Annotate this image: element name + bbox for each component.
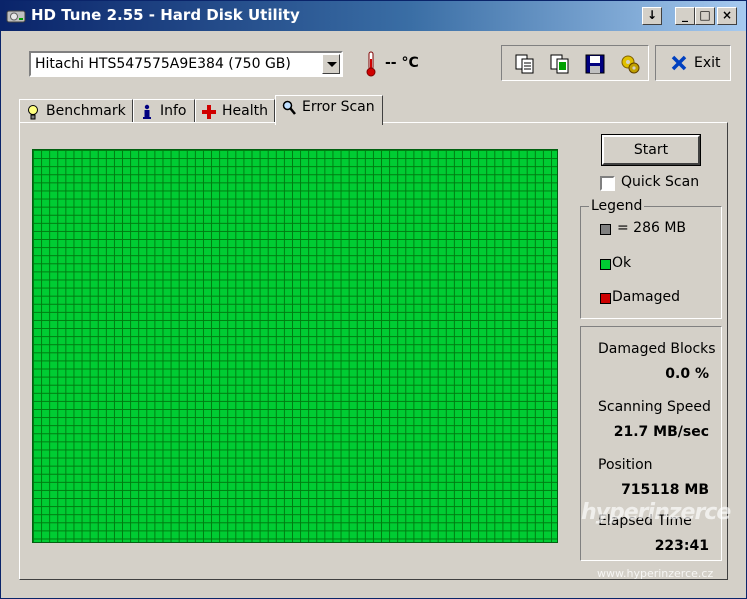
options-icon[interactable] — [619, 53, 641, 75]
quick-scan-checkbox[interactable] — [600, 176, 615, 191]
tab-label: Error Scan — [302, 99, 375, 115]
tab-label: Benchmark — [46, 103, 126, 119]
damaged-blocks-label: Damaged Blocks — [598, 341, 716, 357]
tab-error-scan[interactable]: Error Scan — [275, 95, 383, 125]
hard-disk-app-icon — [6, 10, 26, 23]
legend-swatch-damaged — [600, 293, 611, 304]
chevron-down-icon[interactable] — [322, 54, 340, 74]
drive-selector-value: Hitachi HTS547575A9E384 (750 GB) — [35, 56, 291, 72]
window-title: HD Tune 2.55 - Hard Disk Utility — [31, 6, 300, 24]
minimize-button[interactable]: _ — [675, 7, 695, 25]
position-label: Position — [598, 457, 653, 473]
scanning-speed-label: Scanning Speed — [598, 399, 711, 415]
title-bar[interactable]: HD Tune 2.55 - Hard Disk Utility ↓ _ □ × — [1, 1, 746, 31]
quick-scan-label[interactable]: Quick Scan — [621, 174, 699, 190]
position-value: 715118 MB — [621, 482, 709, 498]
legend-label-ok: Ok — [612, 255, 632, 271]
legend-label-block-size: = 286 MB — [617, 220, 687, 236]
copy-text-icon[interactable] — [514, 53, 536, 75]
toolbar-actions — [501, 45, 649, 81]
elapsed-time-value: 223:41 — [654, 538, 709, 554]
watermark-url: www.hyperinzerce.cz — [597, 567, 714, 580]
scanning-speed-value: 21.7 MB/sec — [613, 424, 709, 440]
legend-label-damaged: Damaged — [612, 289, 680, 305]
exit-icon — [671, 55, 687, 71]
save-icon[interactable] — [584, 53, 606, 75]
magnifier-icon — [282, 100, 296, 115]
maximize-button[interactable]: □ — [695, 7, 715, 25]
legend-swatch-ok — [600, 259, 611, 270]
close-button[interactable]: × — [717, 7, 737, 25]
legend-swatch-block-size — [600, 224, 611, 235]
info-icon — [143, 104, 151, 119]
temperature-readout: -- °C — [385, 55, 419, 71]
legend-title: Legend — [589, 198, 645, 214]
start-button[interactable]: Start — [601, 134, 701, 166]
exit-button[interactable]: Exit — [655, 45, 731, 81]
block-map-grid — [32, 149, 558, 543]
health-cross-icon — [202, 105, 216, 119]
damaged-blocks-value: 0.0 % — [665, 366, 709, 382]
thermometer-icon — [366, 51, 376, 77]
tab-label: Health — [222, 103, 268, 119]
tab-label: Info — [160, 103, 187, 119]
tab-info[interactable]: Info — [133, 99, 195, 123]
watermark-logo: hyperinzerce — [581, 500, 731, 525]
drive-selector[interactable]: Hitachi HTS547575A9E384 (750 GB) — [29, 51, 343, 77]
lightbulb-icon — [28, 105, 38, 120]
main-window: HD Tune 2.55 - Hard Disk Utility ↓ _ □ ×… — [0, 0, 747, 599]
tab-benchmark[interactable]: Benchmark — [19, 99, 133, 123]
exit-label: Exit — [694, 55, 721, 71]
minimize-to-tray-button[interactable]: ↓ — [642, 7, 662, 25]
tab-health[interactable]: Health — [195, 99, 275, 123]
copy-screenshot-icon[interactable] — [549, 53, 571, 75]
